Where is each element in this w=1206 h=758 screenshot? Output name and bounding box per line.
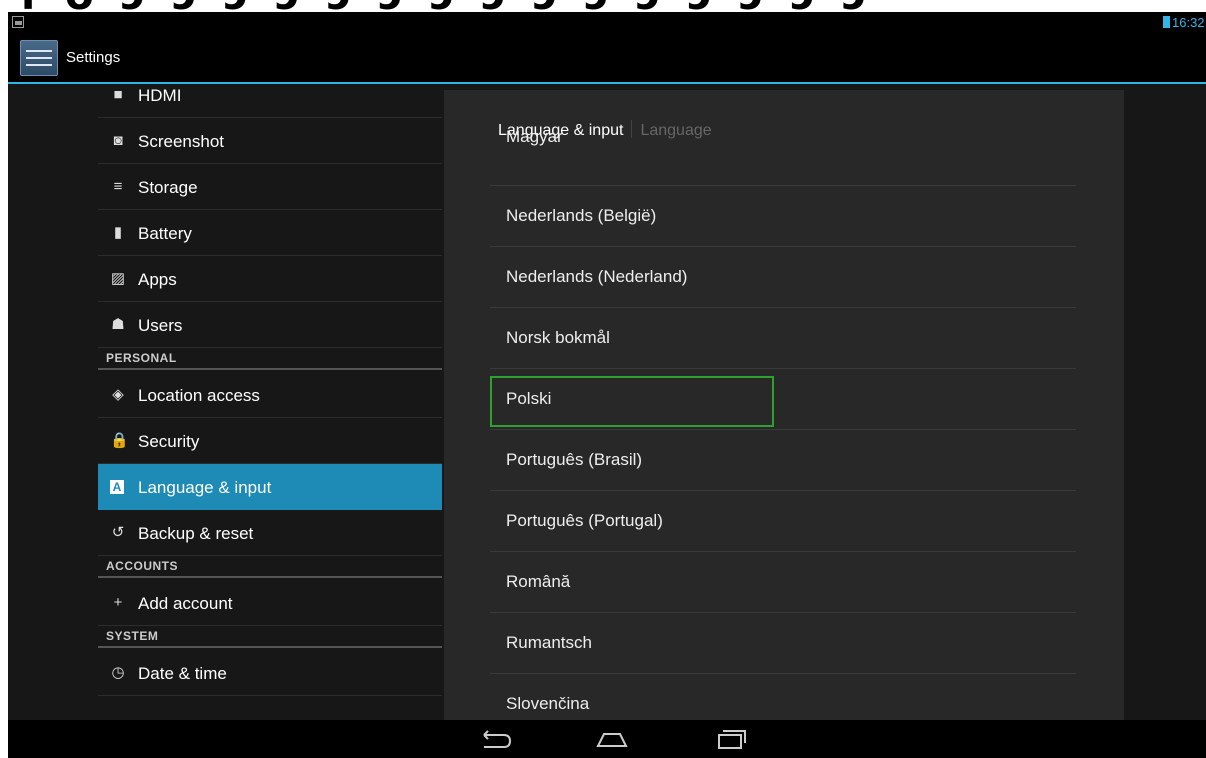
language-item[interactable]: Nederlands (België) [490, 186, 1076, 247]
plus-icon: + [113, 594, 123, 611]
menu-item-date-time[interactable]: ◷ Date & time [98, 650, 442, 696]
clock-icon: ◷ [111, 664, 125, 681]
menu-item-battery[interactable]: ▮ Battery [98, 210, 442, 256]
language-item[interactable]: Magyar [490, 125, 1076, 186]
menu-item-label: Screenshot [138, 132, 224, 151]
location-icon: ◈ [112, 386, 124, 403]
device-screen: 16:32 Settings ■ HDMI ◙ Screenshot ≡ Storage ▮… [8, 12, 1206, 758]
language-label: Română [506, 572, 571, 591]
menu-item-storage[interactable]: ≡ Storage [98, 164, 442, 210]
language-label: Rumantsch [506, 633, 592, 652]
section-header-label: SYSTEM [106, 629, 159, 643]
menu-item-backup-reset[interactable]: ↺ Backup & reset [98, 510, 442, 556]
language-label: Slovenčina [506, 694, 590, 713]
menu-item-label: Battery [138, 224, 192, 243]
artifact-glyphs: ſ ᴗ ɔ ɔ ɔ ɔ ɔ ɔ ɔ ɔ ɔ ɔ ɔ ɔ ɔ ɔ ɔ [20, 0, 873, 12]
language-item[interactable]: Nederlands (Nederland) [490, 247, 1076, 308]
language-label: Norsk bokmål [506, 328, 610, 347]
home-button[interactable] [592, 726, 632, 752]
settings-content: ■ HDMI ◙ Screenshot ≡ Storage ▮ Battery ▨ Apps ☗ Us… [8, 84, 1206, 720]
menu-item-label: Apps [138, 270, 177, 289]
language-panel: Language & input Language Magyar Nederland… [444, 90, 1124, 720]
language-item[interactable]: Română [490, 552, 1076, 613]
settings-menu: ■ HDMI ◙ Screenshot ≡ Storage ▮ Battery ▨ Apps ☗ Us… [98, 84, 442, 720]
language-item[interactable]: Português (Portugal) [490, 491, 1076, 552]
menu-item-apps[interactable]: ▨ Apps [98, 256, 442, 302]
recent-apps-icon [718, 730, 746, 749]
language-label: Magyar [506, 127, 563, 146]
hdmi-icon: ■ [113, 86, 123, 103]
users-icon: ☗ [111, 316, 125, 333]
storage-icon: ≡ [113, 178, 123, 195]
camera-icon: ◙ [113, 132, 123, 149]
language-label: Nederlands (Nederland) [506, 267, 688, 286]
language-label: Português (Portugal) [506, 511, 663, 530]
clock-text: 16:32 [1172, 15, 1205, 30]
menu-item-label: Users [138, 316, 183, 335]
menu-item-label: Date & time [138, 664, 227, 683]
menu-item-label: HDMI [138, 86, 182, 105]
section-header-accounts: ACCOUNTS [98, 556, 442, 578]
navigation-bar [8, 720, 1206, 758]
menu-item-users[interactable]: ☗ Users [98, 302, 442, 348]
menu-item-location-access[interactable]: ◈ Location access [98, 372, 442, 418]
language-label: Nederlands (België) [506, 206, 657, 225]
menu-item-label: Storage [138, 178, 198, 197]
settings-app-icon[interactable] [20, 40, 58, 76]
menu-item-language-input[interactable]: A Language & input [98, 464, 442, 510]
menu-item-screenshot[interactable]: ◙ Screenshot [98, 118, 442, 164]
back-icon [483, 730, 512, 748]
back-button[interactable] [474, 726, 514, 752]
menu-item-label: Language & input [138, 478, 272, 497]
focus-highlight [490, 376, 774, 427]
language-label: Português (Brasil) [506, 450, 643, 469]
home-icon [596, 733, 628, 747]
backup-icon: ↺ [111, 524, 125, 541]
language-icon: A [110, 480, 124, 494]
menu-item-label: Location access [138, 386, 260, 405]
status-bar: 16:32 [8, 12, 1206, 34]
menu-item-security[interactable]: 🔒 Security [98, 418, 442, 464]
top-artifact: ſ ᴗ ɔ ɔ ɔ ɔ ɔ ɔ ɔ ɔ ɔ ɔ ɔ ɔ ɔ ɔ ɔ [0, 0, 1206, 12]
language-item[interactable]: Slovenčina [490, 674, 1076, 720]
section-header-system: SYSTEM [98, 626, 442, 648]
picture-notification-icon [12, 16, 24, 28]
menu-item-label: Backup & reset [138, 524, 254, 543]
menu-item-hdmi[interactable]: ■ HDMI [98, 84, 442, 118]
lock-icon: 🔒 [110, 432, 129, 449]
apps-icon: ▨ [110, 270, 126, 287]
menu-item-add-account[interactable]: + Add account [98, 580, 442, 626]
action-bar: Settings [8, 34, 1206, 84]
language-item[interactable]: Norsk bokmål [490, 308, 1076, 369]
action-bar-title: Settings [66, 49, 121, 66]
section-header-label: ACCOUNTS [106, 559, 178, 573]
section-header-personal: PERSONAL [98, 348, 442, 370]
battery-icon: ▮ [113, 224, 123, 241]
menu-item-label: Add account [138, 594, 233, 613]
language-item[interactable]: Português (Brasil) [490, 430, 1076, 491]
battery-status-icon [1163, 16, 1170, 28]
menu-item-label: Security [138, 432, 200, 451]
recent-apps-button[interactable] [711, 726, 751, 752]
section-header-label: PERSONAL [106, 351, 177, 365]
language-item[interactable]: Rumantsch [490, 613, 1076, 674]
